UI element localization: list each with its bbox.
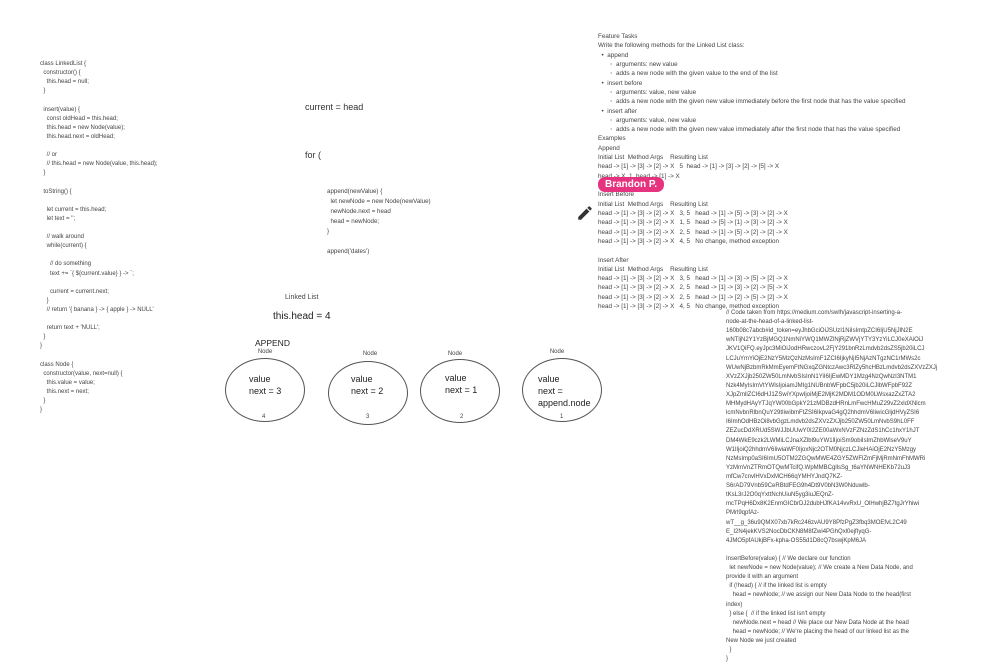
- linked-list-class-code: class LinkedList { constructor() { this.…: [40, 61, 158, 414]
- append-heading: APPEND: [255, 338, 290, 348]
- node-value-text: value next = 2: [351, 374, 384, 397]
- node-index: 4: [262, 414, 266, 420]
- node-value-text: value next = 1: [445, 373, 478, 396]
- node-label: Node: [362, 351, 378, 357]
- node-label: Node: [549, 349, 565, 355]
- collaborator-cursor-badge: Brandon P.: [598, 177, 665, 192]
- pencil-icon[interactable]: [576, 204, 594, 222]
- node-label: Node: [447, 351, 463, 357]
- insert-before-code: // Code taken from https://medium.com/sw…: [726, 310, 938, 663]
- current-head-notes: current = head for (: [305, 102, 364, 160]
- node-value-text: value next = append.node: [538, 374, 591, 409]
- append-method-code: append(newValue) { let newNode = new Nod…: [327, 188, 431, 255]
- node-value-text: value next = 3: [249, 374, 282, 397]
- node-index: 3: [366, 414, 370, 420]
- feature-tasks-notes: Feature Tasks Write the following method…: [598, 33, 906, 311]
- head-assignment-label: this.head = 4: [273, 311, 331, 322]
- linked-list-title: Linked List: [285, 294, 319, 301]
- node-index: 2: [460, 414, 464, 420]
- node-label: Node: [257, 349, 273, 355]
- node-index: 1: [560, 414, 564, 420]
